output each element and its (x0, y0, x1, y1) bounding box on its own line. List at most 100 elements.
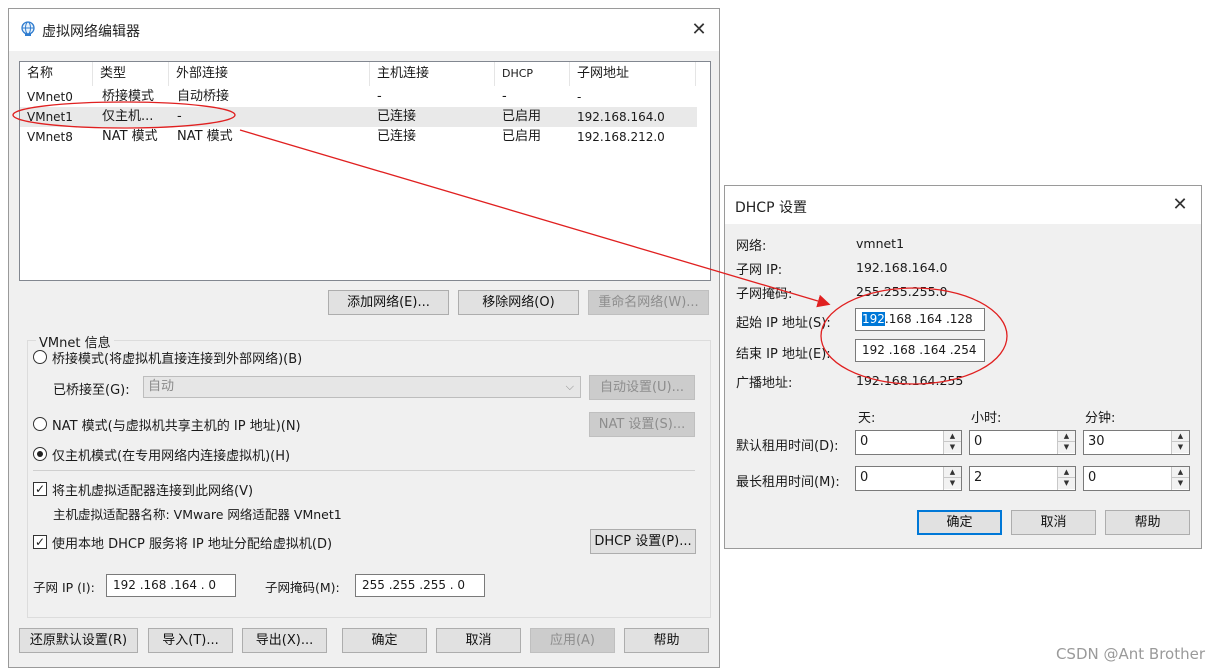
nat-mode-label[interactable]: NAT 模式(与虚拟机共享主机的 IP 地址)(N) (52, 415, 301, 434)
close-icon[interactable]: ✕ (690, 21, 708, 39)
subnet-mask-label: 子网掩码: (736, 283, 792, 302)
spin-up-icon[interactable]: ▲ (1172, 467, 1189, 478)
window-title: 虚拟网络编辑器 (42, 21, 140, 41)
subnet-ip-label: 子网 IP (I): (33, 577, 95, 596)
default-lease-label: 默认租用时间(D): (736, 435, 839, 454)
end-ip-label: 结束 IP 地址(E): (736, 343, 831, 362)
spin-down-icon[interactable]: ▼ (944, 442, 961, 453)
spin-down-icon[interactable]: ▼ (944, 478, 961, 489)
cell-host: - (377, 87, 382, 107)
spin-up-icon[interactable]: ▲ (944, 467, 961, 478)
dhcp-help-button[interactable]: 帮助 (1105, 510, 1190, 535)
stepper-value: 0 (860, 434, 868, 449)
stepper-value: 30 (1088, 434, 1105, 449)
stepper-value: 0 (1088, 470, 1096, 485)
bridged-to-select[interactable]: 自动 ⌵ (143, 376, 581, 398)
hostonly-mode-radio[interactable] (33, 447, 47, 461)
table-row-selected[interactable]: VMnet1 仅主机... - 已连接 已启用 192.168.164.0 (20, 107, 697, 127)
dhcp-ok-button[interactable]: 确定 (917, 510, 1002, 535)
stepper-arrows[interactable]: ▲▼ (1057, 431, 1075, 454)
max-lease-minutes-stepper[interactable]: 0 ▲▼ (1083, 466, 1190, 491)
chevron-down-icon: ⌵ (566, 377, 574, 397)
connect-adapter-label[interactable]: 将主机虚拟适配器连接到此网络(V) (52, 480, 253, 499)
export-button[interactable]: 导出(X)... (242, 628, 327, 653)
network-list[interactable]: 名称 类型 外部连接 主机连接 DHCP 子网地址 VMnet0 桥接模式 自动… (19, 61, 711, 281)
spin-up-icon[interactable]: ▲ (1058, 467, 1075, 478)
bridged-mode-radio[interactable] (33, 350, 47, 364)
table-row[interactable]: VMnet8 NAT 模式 NAT 模式 已连接 已启用 192.168.212… (20, 127, 697, 147)
subnet-mask-value: 255.255.255.0 (856, 284, 947, 299)
network-globe-icon (20, 21, 36, 37)
max-lease-days-stepper[interactable]: 0 ▲▼ (855, 466, 962, 491)
dhcp-settings-button[interactable]: DHCP 设置(P)... (590, 529, 696, 554)
cell-type: 仅主机... (102, 107, 153, 127)
dhcp-title-bar: DHCP 设置 ✕ (725, 186, 1201, 224)
add-network-button[interactable]: 添加网络(E)... (328, 290, 449, 315)
spin-down-icon[interactable]: ▼ (1172, 442, 1189, 453)
hostonly-mode-label[interactable]: 仅主机模式(在专用网络内连接虚拟机)(H) (52, 445, 290, 464)
cancel-button[interactable]: 取消 (436, 628, 521, 653)
column-header-host[interactable]: 主机连接 (370, 62, 495, 86)
cell-name: VMnet1 (27, 107, 73, 127)
spin-down-icon[interactable]: ▼ (1058, 442, 1075, 453)
end-ip-field[interactable]: 192 .168 .164 .254 (855, 339, 985, 362)
cell-dhcp: - (502, 87, 507, 107)
remove-network-button[interactable]: 移除网络(O) (458, 290, 579, 315)
adapter-name-text: 主机虚拟适配器名称: VMware 网络适配器 VMnet1 (53, 504, 342, 523)
default-lease-minutes-stepper[interactable]: 30 ▲▼ (1083, 430, 1190, 455)
nat-settings-button[interactable]: NAT 设置(S)... (589, 412, 695, 437)
cell-subnet: 192.168.164.0 (577, 107, 665, 127)
ok-button[interactable]: 确定 (342, 628, 427, 653)
column-header-name[interactable]: 名称 (20, 62, 93, 86)
column-header-subnet[interactable]: 子网地址 (570, 62, 696, 86)
spin-down-icon[interactable]: ▼ (1058, 478, 1075, 489)
dhcp-cancel-button[interactable]: 取消 (1011, 510, 1096, 535)
subnet-ip-value: 192.168.164.0 (856, 260, 947, 275)
help-button[interactable]: 帮助 (624, 628, 709, 653)
start-ip-field[interactable]: 192.168 .164 .128 (855, 308, 985, 331)
default-lease-days-stepper[interactable]: 0 ▲▼ (855, 430, 962, 455)
rename-network-button[interactable]: 重命名网络(W)... (588, 290, 709, 315)
network-value: vmnet1 (856, 236, 904, 251)
max-lease-hours-stepper[interactable]: 2 ▲▼ (969, 466, 1076, 491)
spin-up-icon[interactable]: ▲ (1172, 431, 1189, 442)
subnet-ip-field[interactable]: 192 .168 .164 . 0 (106, 574, 236, 597)
title-bar: 虚拟网络编辑器 ✕ (9, 9, 719, 51)
subnet-ip-label: 子网 IP: (736, 259, 782, 278)
start-ip-selected-octet: 192 (862, 312, 885, 326)
bridged-to-label: 已桥接至(G): (53, 379, 130, 398)
restore-defaults-button[interactable]: 还原默认设置(R) (19, 628, 138, 653)
spin-down-icon[interactable]: ▼ (1172, 478, 1189, 489)
column-header-type[interactable]: 类型 (93, 62, 169, 86)
cell-subnet: - (577, 87, 581, 107)
spin-up-icon[interactable]: ▲ (1058, 431, 1075, 442)
dhcp-service-checkbox[interactable]: ✓ (33, 535, 47, 549)
auto-settings-button[interactable]: 自动设置(U)... (589, 375, 695, 400)
column-header-external[interactable]: 外部连接 (169, 62, 370, 86)
start-ip-label: 起始 IP 地址(S): (736, 312, 831, 331)
start-ip-rest: .168 .164 .128 (885, 312, 973, 326)
close-icon[interactable]: ✕ (1171, 196, 1189, 214)
stepper-arrows[interactable]: ▲▼ (1171, 467, 1189, 490)
stepper-value: 0 (860, 470, 868, 485)
stepper-arrows[interactable]: ▲▼ (1057, 467, 1075, 490)
column-header-dhcp[interactable]: DHCP (495, 62, 570, 86)
stepper-arrows[interactable]: ▲▼ (943, 431, 961, 454)
cell-dhcp: 已启用 (502, 127, 541, 147)
subnet-mask-label: 子网掩码(M): (265, 577, 340, 596)
import-button[interactable]: 导入(T)... (148, 628, 233, 653)
nat-mode-radio[interactable] (33, 417, 47, 431)
stepper-arrows[interactable]: ▲▼ (1171, 431, 1189, 454)
hours-column-label: 小时: (971, 407, 1001, 426)
cell-name: VMnet8 (27, 127, 73, 147)
stepper-arrows[interactable]: ▲▼ (943, 467, 961, 490)
bridged-mode-label[interactable]: 桥接模式(将虚拟机直接连接到外部网络)(B) (52, 348, 302, 367)
spin-up-icon[interactable]: ▲ (944, 431, 961, 442)
apply-button[interactable]: 应用(A) (530, 628, 615, 653)
days-column-label: 天: (858, 407, 875, 426)
default-lease-hours-stepper[interactable]: 0 ▲▼ (969, 430, 1076, 455)
connect-adapter-checkbox[interactable]: ✓ (33, 482, 47, 496)
subnet-mask-field[interactable]: 255 .255 .255 . 0 (355, 574, 485, 597)
table-row[interactable]: VMnet0 桥接模式 自动桥接 - - - (20, 87, 697, 107)
dhcp-service-label[interactable]: 使用本地 DHCP 服务将 IP 地址分配给虚拟机(D) (52, 533, 332, 552)
